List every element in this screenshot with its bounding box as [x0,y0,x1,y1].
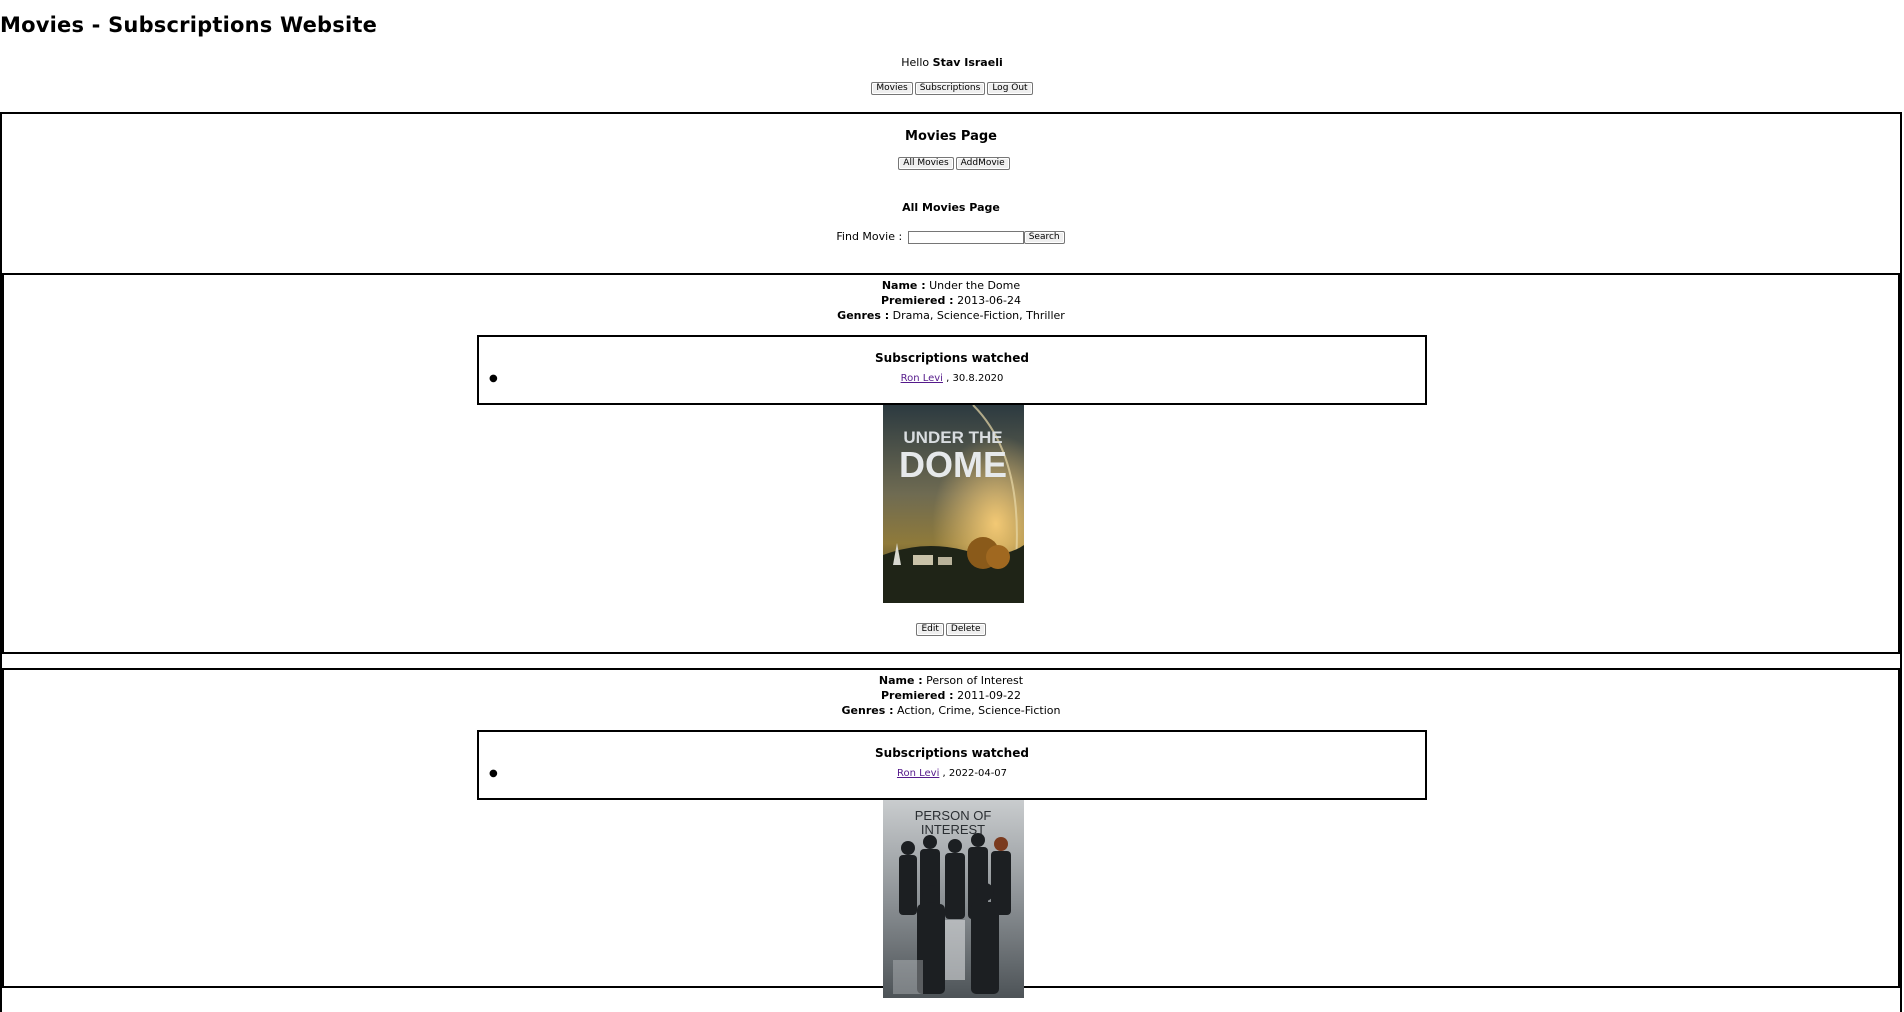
movie-poster: UNDER THE DOME [883,405,1024,603]
site-title: Movies - Subscriptions Website [0,13,378,37]
search-button[interactable]: Search [1023,230,1065,244]
all-movies-button[interactable]: All Movies [898,157,954,170]
find-movie-row: Find Movie : Search [2,230,1900,244]
subscription-date: 2022-04-07 [948,768,1008,779]
find-movie-input[interactable] [907,230,1024,244]
movie-premiered: 2013-06-24 [957,294,1022,307]
user-name: Stav Israeli [932,56,1003,69]
bullet-icon: ● [489,373,498,384]
member-link[interactable]: Ron Levi [901,373,943,384]
subscriptions-nav-button[interactable]: Subscriptions [914,82,986,95]
movie-card: Name : Person of Interest Premiered : 20… [2,668,1900,998]
poster-image: PERSON OF INTEREST [883,800,1024,998]
movie-actions: Edit Delete [4,623,1898,636]
page-heading: Movies Page [905,129,997,144]
movie-genres: Drama, Science-Fiction, Thriller [892,309,1065,322]
delete-button[interactable]: Delete [945,623,986,636]
movie-name: Person of Interest [926,674,1024,687]
subscriptions-watched-box: Subscriptions watched ● Ron Levi , 30.8.… [477,335,1427,405]
bullet-icon: ● [489,768,498,779]
movie-card: Name : Under the Dome Premiered : 2013-0… [2,273,1900,654]
movie-genres-line: Genres : Action, Crime, Science-Fiction [4,703,1898,718]
premiered-label: Premiered : [880,294,954,307]
name-label: Name : [878,674,923,687]
movie-name-line: Name : Person of Interest [4,673,1898,688]
subscriptions-watched-box: Subscriptions watched ● Ron Levi , 2022-… [477,730,1427,800]
genres-label: Genres : [841,704,894,717]
subscription-date: 30.8.2020 [952,373,1004,384]
main-nav: Movies Subscriptions Log Out [0,82,1904,95]
logout-button[interactable]: Log Out [987,82,1033,95]
poster-title-line-1: PERSON OF [915,808,992,823]
edit-button[interactable]: Edit [916,623,944,636]
poster-image: UNDER THE DOME [883,405,1024,603]
subscriptions-list: ● Ron Levi , 2022-04-07 [479,768,1425,779]
movie-info: Name : Under the Dome Premiered : 2013-0… [4,275,1898,323]
subscriptions-list: ● Ron Levi , 30.8.2020 [479,373,1425,384]
movie-poster: PERSON OF INTEREST [883,800,1024,998]
movie-info: Name : Person of Interest Premiered : 20… [4,670,1898,718]
movie-premiered-line: Premiered : 2011-09-22 [4,688,1898,703]
movie-genres: Action, Crime, Science-Fiction [896,704,1061,717]
subscriptions-watched-title: Subscriptions watched [875,746,1029,760]
greeting: Hello Stav Israeli [0,56,1904,69]
movie-premiered: 2011-09-22 [957,689,1022,702]
movies-sub-nav: All Movies AddMovie [2,157,1904,170]
movies-nav-button[interactable]: Movies [871,82,913,95]
subscriptions-watched-title: Subscriptions watched [875,351,1029,365]
movie-name: Under the Dome [929,279,1021,292]
find-movie-label: Find Movie : [836,230,903,243]
greeting-prefix: Hello [901,56,930,69]
movie-genres-line: Genres : Drama, Science-Fiction, Thrille… [4,308,1898,323]
section-heading: All Movies Page [902,201,1000,214]
movie-premiered-line: Premiered : 2013-06-24 [4,293,1898,308]
add-movie-button[interactable]: AddMovie [955,157,1010,170]
subscription-item: ● Ron Levi , 30.8.2020 [479,373,1425,384]
genres-label: Genres : [837,309,890,322]
movie-name-line: Name : Under the Dome [4,278,1898,293]
name-label: Name : [881,279,926,292]
member-link[interactable]: Ron Levi [897,768,939,779]
premiered-label: Premiered : [880,689,954,702]
poster-title-line-2: DOME [899,444,1007,485]
subscription-item: ● Ron Levi , 2022-04-07 [479,768,1425,779]
